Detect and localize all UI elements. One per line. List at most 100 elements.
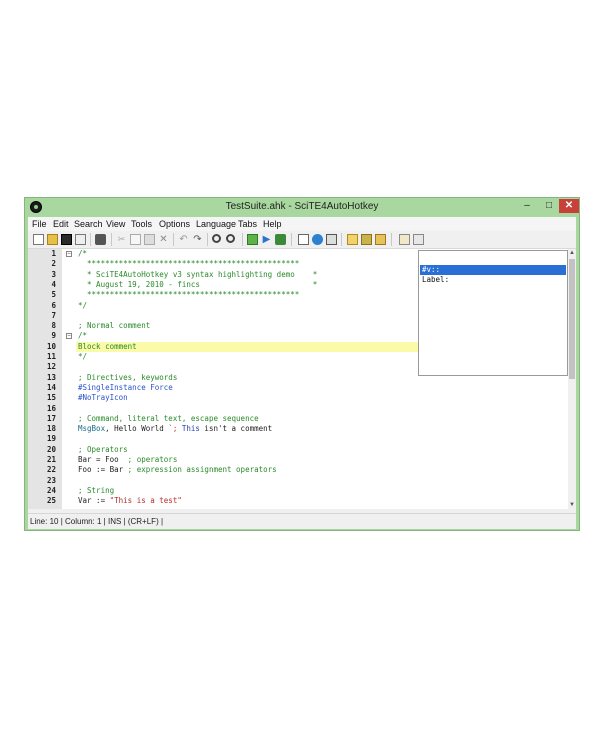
code-token: */ (78, 352, 88, 361)
vertical-scrollbar[interactable]: ▲ ▼ (568, 249, 576, 509)
code-text: #SingleInstance Force (78, 383, 173, 393)
menu-view[interactable]: View (106, 219, 125, 229)
line-number: 14 (46, 382, 56, 392)
code-token: ; Operators (78, 444, 128, 454)
copy-icon[interactable] (130, 234, 141, 245)
scroll-up-arrow-icon[interactable]: ▲ (568, 249, 576, 257)
status-bar: Line: 10 | Column: 1 | INS | (CR+LF) | (28, 513, 576, 529)
scroll-thumb[interactable] (569, 259, 575, 379)
page-icon[interactable] (361, 234, 372, 245)
extra-icon[interactable] (399, 234, 410, 245)
fold-toggle-icon[interactable]: − (66, 251, 72, 257)
cut-icon[interactable]: ✂ (116, 234, 127, 245)
code-line[interactable]: 21 Bar = Foo ; operators (28, 455, 568, 465)
code-editor[interactable]: 1−/* 2 **********************************… (28, 249, 576, 509)
code-token: Var := (78, 496, 110, 506)
menu-bar: File Edit Search View Tools Options Lang… (28, 217, 576, 231)
close-button[interactable]: ✕ (559, 199, 579, 213)
help-icon[interactable] (312, 234, 323, 245)
code-token: ****************************************… (78, 259, 300, 269)
code-token: MsgBox (78, 424, 106, 434)
code-token: isn't a comment (199, 424, 273, 434)
save-icon[interactable] (61, 234, 72, 245)
code-token: * August 19, 2010 - fincs * (78, 279, 318, 289)
code-line[interactable]: 20 ; Operators (28, 445, 568, 455)
line-number: 8 (51, 321, 56, 331)
code-text: Block comment (78, 342, 137, 352)
bookmark-icon[interactable] (347, 234, 358, 245)
maximize-button[interactable]: □ (539, 199, 559, 213)
line-number: 20 (46, 444, 56, 454)
menu-tools[interactable]: Tools (131, 219, 152, 229)
code-line[interactable]: 22 Foo := Bar ; expression assignment ope… (28, 465, 568, 475)
code-line[interactable]: 18 MsgBox, Hello World `; This isn't a co… (28, 424, 568, 434)
print-icon[interactable] (95, 234, 106, 245)
code-line[interactable]: 15 #NoTrayIcon (28, 393, 568, 403)
redo-icon[interactable]: ↷ (192, 234, 203, 245)
code-line[interactable]: 24 ; String (28, 486, 568, 496)
toolbar-separator (173, 233, 174, 246)
code-text: /* (78, 331, 87, 341)
run-icon[interactable]: ▶ (261, 234, 272, 245)
code-line[interactable]: 25 Var := "This is a test" (28, 496, 568, 506)
autocomplete-item[interactable]: Label: (420, 275, 566, 285)
code-text: ****************************************… (78, 290, 299, 300)
paste-icon[interactable] (144, 234, 155, 245)
line-number: 9 (51, 331, 56, 341)
code-text: ; Command, literal text, escape sequence (78, 414, 259, 424)
code-token: ; operators (127, 455, 178, 464)
autocomplete-item[interactable]: #v:: (420, 265, 566, 275)
code-line[interactable]: 17 ; Command, literal text, escape sequen… (28, 414, 568, 424)
title-bar[interactable]: TestSuite.ahk - SciTE4AutoHotkey – □ ✕ (25, 198, 579, 217)
find-icon[interactable] (212, 234, 221, 243)
code-line[interactable]: 19 (28, 434, 568, 444)
menu-help[interactable]: Help (263, 219, 282, 229)
code-line[interactable]: 16 (28, 404, 568, 414)
scroll-down-arrow-icon[interactable]: ▼ (568, 501, 576, 509)
code-text: ****************************************… (78, 259, 299, 269)
toolbar-separator (111, 233, 112, 246)
code-text: #NoTrayIcon (78, 393, 128, 403)
code-line[interactable]: 23 (28, 476, 568, 486)
undo-icon[interactable]: ↶ (178, 234, 189, 245)
delete-icon[interactable]: ✕ (158, 234, 169, 245)
line-number: 19 (46, 434, 56, 444)
line-number: 3 (51, 269, 56, 279)
code-text: MsgBox, Hello World `; This isn't a comm… (78, 424, 272, 434)
tab-icon[interactable] (375, 234, 386, 245)
menu-tabs[interactable]: Tabs (238, 219, 257, 229)
settings-icon[interactable] (326, 234, 337, 245)
autocomplete-list[interactable]: #v:: Label: (418, 250, 568, 376)
code-line[interactable]: 14 #SingleInstance Force (28, 383, 568, 393)
status-text: Line: 10 | Column: 1 | INS | (CR+LF) | (30, 517, 164, 526)
menu-edit[interactable]: Edit (53, 219, 69, 229)
line-number: 2 (51, 259, 56, 269)
code-text: Foo := Bar ; expression assignment opera… (78, 465, 277, 475)
menu-options[interactable]: Options (159, 219, 190, 229)
window-spy-icon[interactable] (298, 234, 309, 245)
line-number: 7 (51, 310, 56, 320)
code-token: ; String (78, 485, 115, 495)
menu-language[interactable]: Language (196, 219, 236, 229)
client-area: File Edit Search View Tools Options Lang… (28, 217, 576, 529)
code-token: ; Directives, keywords (78, 372, 178, 382)
menu-search[interactable]: Search (74, 219, 103, 229)
debug-icon[interactable] (275, 234, 286, 245)
replace-icon[interactable] (226, 234, 235, 243)
code-text: ; Operators (78, 445, 128, 455)
new-file-icon[interactable] (33, 234, 44, 245)
line-number: 6 (51, 300, 56, 310)
fold-toggle-icon[interactable]: − (66, 333, 72, 340)
extra-icon-2[interactable] (413, 234, 424, 245)
compile-icon[interactable] (247, 234, 258, 245)
code-token: This (181, 424, 200, 434)
code-text: Bar = Foo ; operators (78, 455, 177, 465)
print-preview-icon[interactable] (75, 234, 86, 245)
line-number: 16 (46, 403, 56, 413)
minimize-button[interactable]: – (516, 199, 538, 213)
open-folder-icon[interactable] (47, 234, 58, 245)
line-number: 12 (46, 362, 56, 372)
menu-file[interactable]: File (32, 219, 47, 229)
code-text: ; String (78, 486, 114, 496)
code-text: * SciTE4AutoHotkey v3 syntax highlightin… (78, 270, 317, 280)
